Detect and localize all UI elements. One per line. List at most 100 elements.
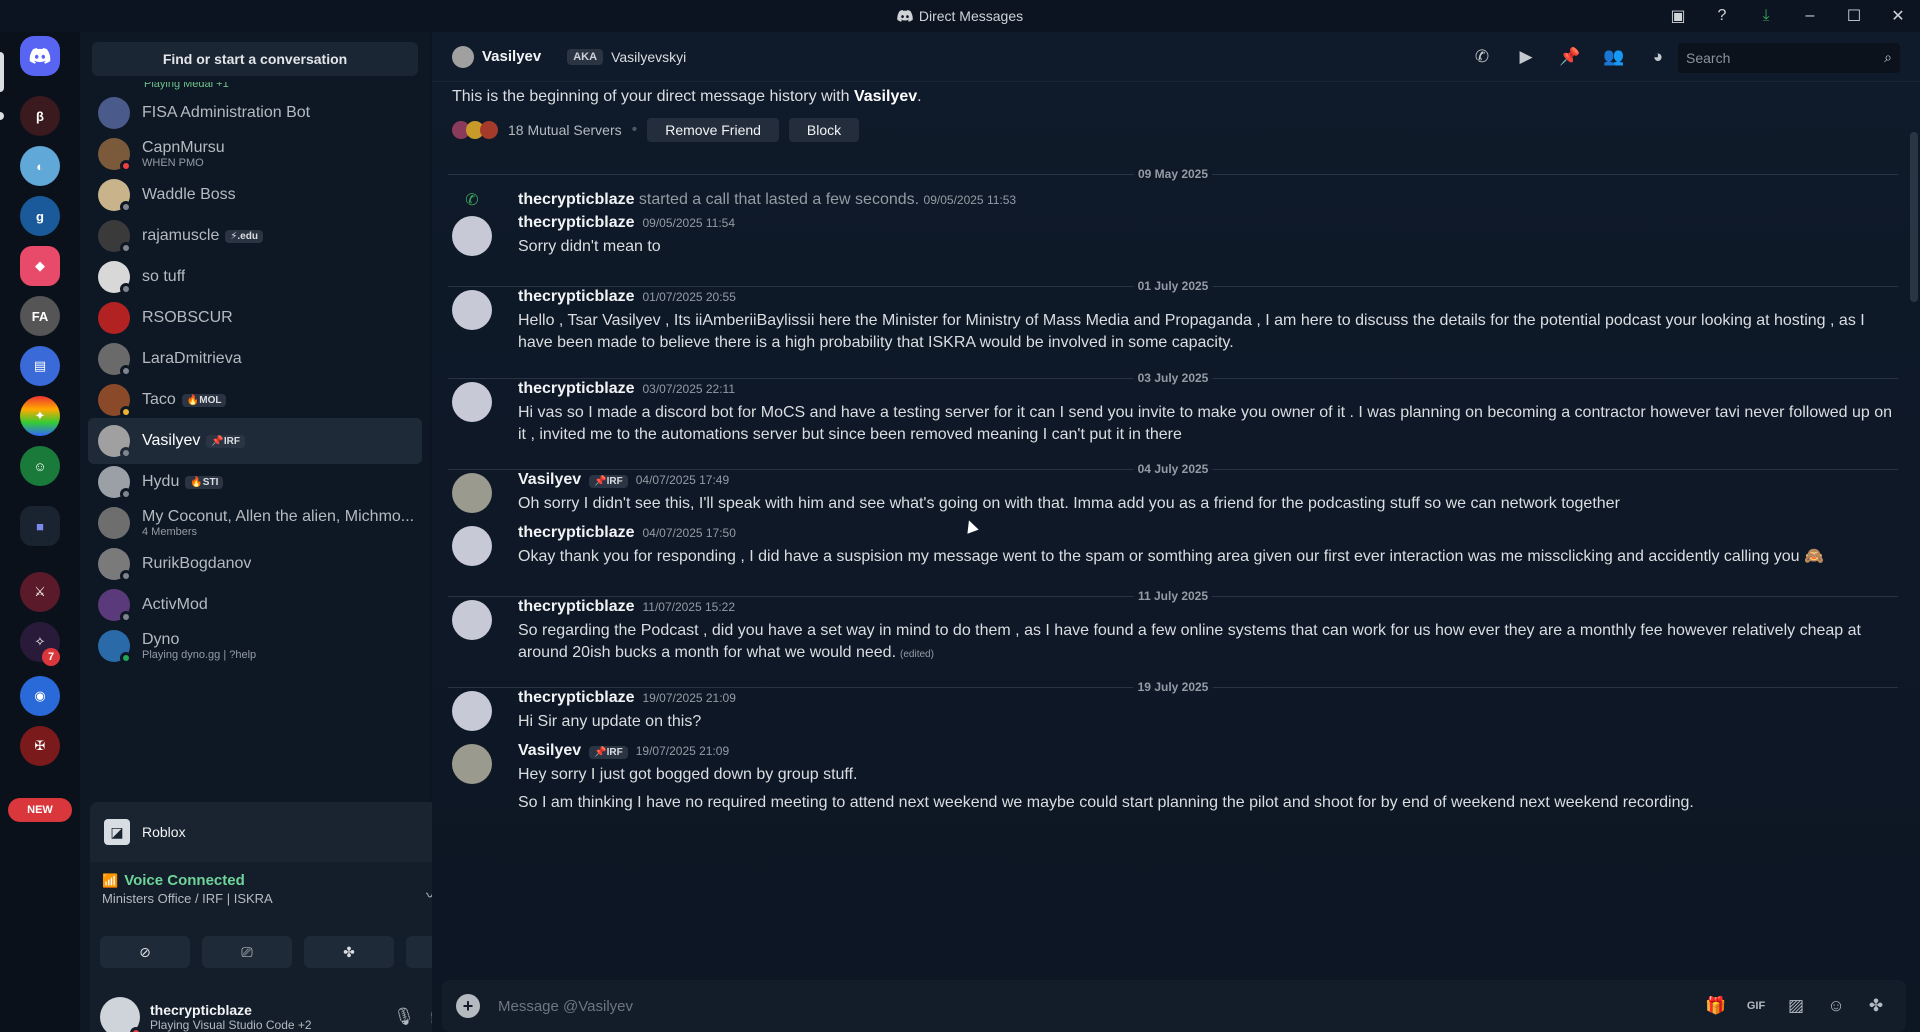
avatar[interactable]: [452, 744, 492, 784]
close-button[interactable]: ✕: [1876, 0, 1920, 32]
server-icon[interactable]: ◐: [20, 146, 60, 186]
home-button[interactable]: [20, 36, 60, 76]
profile-icon[interactable]: ◕: [1642, 41, 1674, 73]
dm-text: so tuff: [142, 268, 185, 286]
server-icon[interactable]: ✦: [20, 396, 60, 436]
activities-button[interactable]: ✤: [304, 936, 394, 968]
mutual-servers-link[interactable]: 18 Mutual Servers: [508, 122, 622, 138]
dm-name: RurikBogdanov: [142, 555, 251, 573]
server-icon[interactable]: ✠: [20, 726, 60, 766]
dm-item[interactable]: Waddle Boss: [88, 172, 422, 218]
dm-item[interactable]: so tuff: [88, 254, 422, 300]
pin-icon[interactable]: 📌: [1554, 41, 1586, 73]
avatar[interactable]: [452, 600, 492, 640]
message-text: Oh sorry I didn't see this, I'll speak w…: [518, 495, 1620, 512]
video-icon[interactable]: ▶: [1510, 41, 1542, 73]
server-icon[interactable]: g: [20, 196, 60, 236]
dm-item[interactable]: Taco 🔥MOL: [88, 377, 422, 423]
server-icon[interactable]: ◆: [20, 246, 60, 286]
remove-friend-button[interactable]: Remove Friend: [647, 118, 779, 142]
status-indicator: [120, 160, 132, 172]
sticker-icon[interactable]: ▨: [1780, 990, 1812, 1022]
dm-item[interactable]: RSOBSCUR: [88, 295, 422, 341]
dm-item[interactable]: RurikBogdanov: [88, 541, 422, 587]
dm-item[interactable]: rajamuscle ⚡.edu: [88, 213, 422, 259]
phone-icon: ✆: [465, 192, 479, 209]
apps-icon[interactable]: ✤: [1860, 990, 1892, 1022]
avatar[interactable]: [452, 473, 492, 513]
avatar[interactable]: [452, 290, 492, 330]
gift-icon[interactable]: 🎁: [1700, 990, 1732, 1022]
dm-item[interactable]: FISA Administration Bot: [88, 90, 422, 136]
message-timestamp: 04/07/2025 17:50: [642, 526, 736, 540]
search-input[interactable]: Search ⌕: [1678, 43, 1900, 73]
dm-item[interactable]: Vasilyev 📌IRF: [88, 418, 422, 464]
inbox-icon[interactable]: ▣: [1656, 0, 1700, 32]
recipient-name[interactable]: Vasilyev: [482, 48, 541, 65]
dm-text: rajamuscle ⚡.edu: [142, 227, 263, 245]
maximize-button[interactable]: ☐: [1832, 0, 1876, 32]
unread-pip: [0, 112, 4, 120]
server-rail: β ◐ g ◆ FA ▤ ✦ ☺ ■ ⚔ ✧ 7 ◉ ✠ NEW: [0, 32, 80, 1032]
message-input[interactable]: Message @Vasilyev: [498, 998, 1700, 1015]
mutual-row: 18 Mutual Servers • Remove Friend Block: [452, 118, 860, 142]
mutual-server-icons[interactable]: [452, 121, 498, 139]
dm-name: Vasilyev 📌IRF: [142, 432, 245, 450]
message-author[interactable]: Vasilyev: [518, 742, 581, 760]
dm-item[interactable]: Hydu 🔥STI: [88, 459, 422, 505]
message-author[interactable]: thecrypticblaze: [518, 288, 634, 306]
message-author[interactable]: thecrypticblaze: [518, 524, 634, 542]
server-icon[interactable]: ▤: [20, 346, 60, 386]
server-tag: ⚡.edu: [225, 229, 263, 243]
new-badge[interactable]: NEW: [8, 798, 72, 822]
status-indicator: [120, 447, 132, 459]
camera-off-button[interactable]: ⊘: [100, 936, 190, 968]
server-tag: 🔥MOL: [181, 393, 227, 407]
folder-icon[interactable]: ■: [20, 506, 60, 546]
minimize-button[interactable]: –: [1788, 0, 1832, 32]
dm-item[interactable]: CapnMursu WHEN PMO: [88, 131, 422, 177]
avatar[interactable]: [452, 526, 492, 566]
message-author[interactable]: thecrypticblaze: [518, 214, 634, 232]
avatar[interactable]: [100, 997, 142, 1032]
message-followup: So I am thinking I have no required meet…: [518, 794, 1694, 811]
phone-icon[interactable]: ✆: [1466, 41, 1498, 73]
download-icon[interactable]: ⤓: [1744, 0, 1788, 32]
avatar[interactable]: [452, 45, 474, 68]
voice-title[interactable]: Voice Connected: [124, 872, 245, 889]
message-author[interactable]: Vasilyev: [518, 471, 581, 489]
server-icon[interactable]: ◉: [20, 676, 60, 716]
server-icon[interactable]: β: [20, 96, 60, 136]
server-tag[interactable]: 📌IRF: [589, 746, 628, 759]
message-author[interactable]: thecrypticblaze: [518, 598, 634, 616]
dm-item[interactable]: LaraDmitrieva: [88, 336, 422, 382]
gif-icon[interactable]: GIF: [1740, 990, 1772, 1022]
dm-item[interactable]: Dyno Playing dyno.gg | ?help: [88, 623, 422, 669]
block-button[interactable]: Block: [788, 118, 860, 142]
server-icon[interactable]: ☺: [20, 446, 60, 486]
call-author[interactable]: thecrypticblaze: [518, 191, 634, 208]
status-indicator: [120, 365, 132, 377]
message-body: Hi vas so I made a discord bot for MoCS …: [518, 402, 1898, 446]
add-attachment-icon[interactable]: +: [456, 994, 480, 1018]
scrollbar[interactable]: [1910, 132, 1918, 302]
microphone-icon[interactable]: 🎙: [388, 1001, 420, 1032]
emoji-icon[interactable]: ☺: [1820, 990, 1852, 1022]
add-friend-icon[interactable]: 👥: [1598, 41, 1630, 73]
screen-share-button[interactable]: ⎚: [202, 936, 292, 968]
dm-item[interactable]: ActivMod: [88, 582, 422, 628]
find-conversation-button[interactable]: Find or start a conversation: [92, 42, 418, 76]
avatar[interactable]: [452, 691, 492, 731]
server-tag[interactable]: 📌IRF: [589, 475, 628, 488]
help-icon[interactable]: ?: [1700, 0, 1744, 32]
message-author[interactable]: thecrypticblaze: [518, 689, 634, 707]
avatar[interactable]: [452, 382, 492, 422]
server-icon[interactable]: ⚔: [20, 572, 60, 612]
dm-name-text: RurikBogdanov: [142, 555, 252, 572]
message-author[interactable]: thecrypticblaze: [518, 380, 634, 398]
server-icon[interactable]: FA: [20, 296, 60, 336]
avatar[interactable]: [452, 216, 492, 256]
dm-item[interactable]: My Coconut, Allen the alien, Michmo... 4 …: [88, 500, 422, 546]
dm-name-text: rajamuscle: [142, 227, 220, 244]
username[interactable]: thecrypticblaze: [150, 1002, 312, 1018]
